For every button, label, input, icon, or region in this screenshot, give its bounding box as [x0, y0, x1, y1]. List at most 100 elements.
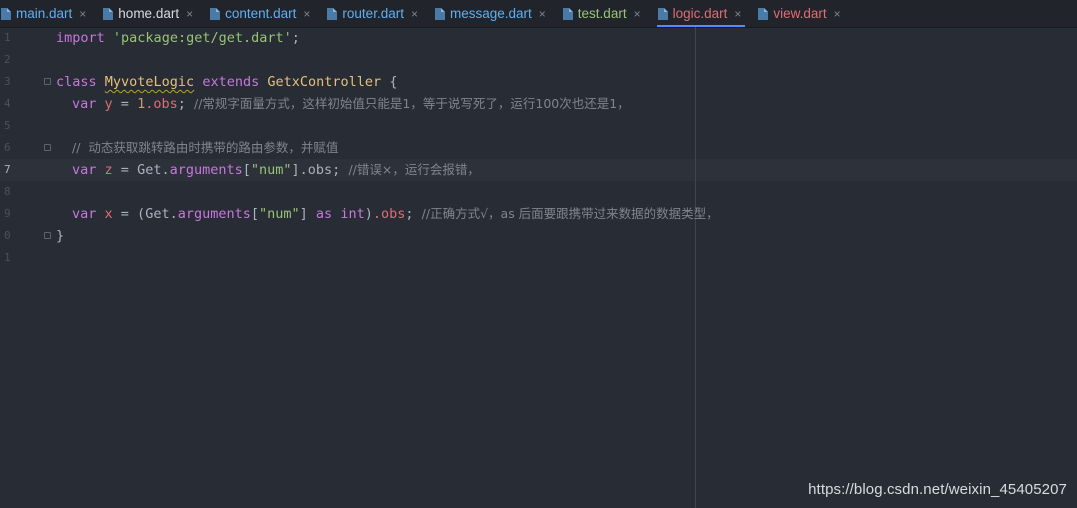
- brace: {: [389, 74, 398, 90]
- fold-marker-icon[interactable]: [44, 78, 51, 85]
- fold-marker-icon[interactable]: [44, 144, 51, 151]
- code-line-6[interactable]: // 动态获取跳转路由时携带的路由参数，并赋值: [72, 137, 338, 159]
- tab-label: main.dart: [16, 6, 73, 21]
- punctuation: [: [242, 162, 251, 178]
- line-number: 3: [4, 75, 11, 88]
- tab-test-dart[interactable]: test.dart ×: [562, 0, 647, 27]
- variable-name: y: [104, 96, 113, 112]
- fold-marker-icon[interactable]: [44, 232, 51, 239]
- code-line-9[interactable]: var x = (Get.arguments["num"] as int).ob…: [72, 203, 719, 225]
- right-margin-guide: [695, 27, 696, 508]
- string-literal: 'package:get/get.dart': [112, 30, 292, 46]
- keyword: import: [56, 30, 105, 46]
- punctuation: .: [161, 162, 170, 178]
- punctuation: ;: [177, 96, 194, 112]
- dart-file-icon: [562, 7, 573, 20]
- object-name: Get: [145, 206, 170, 222]
- dart-file-icon: [1, 7, 11, 20]
- line-number: 0: [4, 229, 11, 242]
- brace: }: [56, 228, 65, 244]
- dart-file-icon: [210, 7, 221, 20]
- tab-label: home.dart: [118, 6, 180, 21]
- property: .obs: [372, 206, 406, 222]
- line-number: 5: [4, 119, 11, 132]
- punctuation: ;: [291, 30, 300, 46]
- keyword: as: [315, 206, 333, 222]
- string-literal: "num": [250, 162, 292, 178]
- comment: //常规字面量方式，这样初始值只能是1，等于说写死了，运行100次也还是1，: [193, 96, 630, 111]
- close-icon[interactable]: ×: [834, 8, 841, 20]
- class-name: MyvoteLogic: [104, 74, 195, 90]
- code-line-4[interactable]: var y = 1.obs; //常规字面量方式，这样初始值只能是1，等于说写死…: [72, 93, 630, 115]
- operator: = (: [112, 206, 146, 222]
- tab-label: message.dart: [449, 6, 532, 21]
- line-number: 8: [4, 185, 11, 198]
- comment: // 动态获取跳转路由时携带的路由参数，并赋值: [72, 140, 339, 155]
- keyword: var: [72, 206, 97, 222]
- tab-logic-dart[interactable]: logic.dart ×: [656, 0, 748, 27]
- punctuation: [: [250, 206, 260, 222]
- keyword: class: [56, 74, 97, 90]
- keyword: var: [72, 162, 97, 178]
- dart-file-icon: [657, 7, 668, 20]
- punctuation: ;: [405, 206, 422, 222]
- dart-file-icon: [327, 7, 338, 20]
- tab-label: logic.dart: [672, 6, 728, 21]
- tab-home-dart[interactable]: home.dart ×: [102, 0, 199, 27]
- code-editor: main.dart × home.dart × content.dart × r…: [0, 0, 1077, 508]
- punctuation: ): [364, 206, 373, 222]
- punctuation: ]: [299, 206, 316, 222]
- string-literal: "num": [259, 206, 300, 222]
- close-icon[interactable]: ×: [186, 8, 193, 20]
- keyword: extends: [202, 74, 260, 90]
- comment: //错误×，运行会报错，: [348, 162, 480, 177]
- keyword: var: [72, 96, 97, 112]
- dart-file-icon: [103, 7, 114, 20]
- expression-rest: .obs;: [299, 162, 349, 178]
- tab-message-dart[interactable]: message.dart ×: [434, 0, 552, 27]
- line-number: 6: [4, 141, 11, 154]
- punctuation: ]: [291, 162, 300, 178]
- getter-name: arguments: [169, 162, 243, 178]
- close-icon[interactable]: ×: [634, 8, 641, 20]
- code-line-7[interactable]: var z = Get.arguments["num"].obs; //错误×，…: [72, 159, 480, 181]
- type-name: int: [340, 206, 365, 222]
- comment: //正确方式√，as 后面要跟携带过来数据的数据类型，: [421, 206, 719, 221]
- line-number: 1: [4, 31, 11, 44]
- tab-main-dart[interactable]: main.dart ×: [0, 0, 92, 27]
- dart-file-icon: [434, 7, 445, 20]
- parent-class: GetxController: [267, 74, 382, 90]
- watermark: https://blog.csdn.net/weixin_45405207: [808, 481, 1067, 498]
- code-line-10[interactable]: }: [56, 225, 64, 247]
- variable-name: x: [104, 206, 113, 222]
- line-number: 2: [4, 53, 11, 66]
- tab-label: test.dart: [577, 6, 627, 21]
- dart-file-icon: [758, 7, 769, 20]
- line-number-current: 7: [4, 163, 11, 176]
- tab-label: router.dart: [342, 6, 404, 21]
- tab-label: view.dart: [773, 6, 827, 21]
- tab-router-dart[interactable]: router.dart ×: [326, 0, 424, 27]
- tab-label: content.dart: [225, 6, 297, 21]
- operator: =: [112, 162, 138, 178]
- variable-name: z: [104, 162, 113, 178]
- operator: =: [112, 96, 138, 112]
- close-icon[interactable]: ×: [539, 8, 546, 20]
- close-icon[interactable]: ×: [303, 8, 310, 20]
- getter-name: arguments: [177, 206, 251, 222]
- close-icon[interactable]: ×: [734, 8, 741, 20]
- number-literal: 1: [137, 96, 146, 112]
- line-number: 9: [4, 207, 11, 220]
- object-name: Get: [137, 162, 162, 178]
- line-number: 1: [4, 251, 11, 264]
- punctuation: .: [169, 206, 178, 222]
- editor-tab-bar: main.dart × home.dart × content.dart × r…: [0, 0, 1077, 28]
- code-line-3[interactable]: class MyvoteLogic extends GetxController…: [56, 71, 397, 93]
- tab-view-dart[interactable]: view.dart ×: [757, 0, 846, 27]
- line-number: 4: [4, 97, 11, 110]
- code-line-1[interactable]: import 'package:get/get.dart';: [56, 27, 300, 49]
- close-icon[interactable]: ×: [79, 8, 86, 20]
- tab-content-dart[interactable]: content.dart ×: [209, 0, 316, 27]
- close-icon[interactable]: ×: [411, 8, 418, 20]
- property: .obs: [145, 96, 178, 112]
